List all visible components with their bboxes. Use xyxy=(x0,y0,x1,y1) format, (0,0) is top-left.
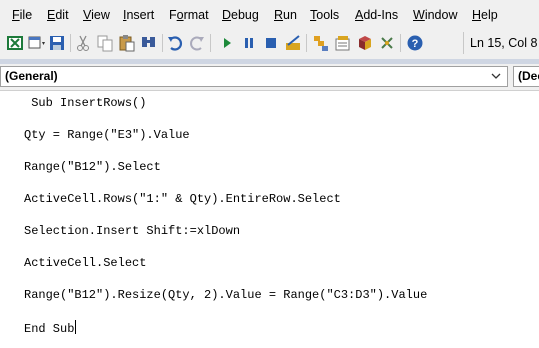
code-line: ActiveCell.Select xyxy=(24,256,147,270)
undo-icon[interactable] xyxy=(166,34,184,52)
object-browser-icon[interactable] xyxy=(356,34,374,52)
toolbox-icon[interactable] xyxy=(378,34,396,52)
cut-icon[interactable] xyxy=(74,34,92,52)
standard-toolbar: ? xyxy=(0,30,539,56)
text-caret xyxy=(75,320,77,334)
code-line: Qty = Range("E3").Value xyxy=(24,128,190,142)
code-line: Range("B12").Resize(Qty, 2).Value = Rang… xyxy=(24,288,428,302)
menu-tools[interactable]: Tools xyxy=(310,8,339,23)
code-line: Range("B12").Select xyxy=(24,160,161,174)
procedure-dropdown-value: (Dec xyxy=(518,69,539,83)
menu-help[interactable]: Help xyxy=(472,8,498,23)
menu-run[interactable]: Run xyxy=(274,8,297,23)
design-mode-icon[interactable] xyxy=(284,34,302,52)
code-editor[interactable]: Sub InsertRows() Qty = Range("E3").Value… xyxy=(0,90,539,348)
code-line-last: End Sub xyxy=(24,320,77,337)
menu-debug[interactable]: Debug xyxy=(222,8,259,23)
code-line: Sub InsertRows() xyxy=(24,96,147,110)
code-window-title xyxy=(0,56,539,64)
menu-add-ins[interactable]: Add-Ins xyxy=(355,8,398,23)
menu-format[interactable]: Format xyxy=(169,8,209,23)
copy-icon[interactable] xyxy=(96,34,114,52)
run-icon[interactable] xyxy=(218,34,236,52)
menu-file[interactable]: File xyxy=(12,8,32,23)
save-icon[interactable] xyxy=(48,34,66,52)
find-icon[interactable] xyxy=(140,34,158,52)
properties-icon[interactable] xyxy=(334,34,352,52)
chevron-down-icon xyxy=(491,73,501,79)
menu-edit[interactable]: Edit xyxy=(47,8,69,23)
help-icon[interactable]: ? xyxy=(406,34,424,52)
paste-icon[interactable] xyxy=(118,34,136,52)
project-explorer-icon[interactable] xyxy=(312,34,330,52)
menu-view[interactable]: View xyxy=(83,8,110,23)
object-dropdown-value: (General) xyxy=(5,69,58,83)
cursor-position: Ln 15, Col 8 xyxy=(463,32,539,54)
object-dropdown[interactable]: (General) xyxy=(0,66,508,87)
break-icon[interactable] xyxy=(240,34,258,52)
code-window-header: (General) (Dec xyxy=(0,64,539,90)
menu-insert[interactable]: Insert xyxy=(123,8,154,23)
code-line-text: End Sub xyxy=(24,322,75,336)
menu-window[interactable]: Window xyxy=(413,8,457,23)
menu-bar: File Edit View Insert Format Debug Run T… xyxy=(0,0,539,30)
insert-module-icon[interactable] xyxy=(28,34,46,52)
excel-view-icon[interactable] xyxy=(6,34,24,52)
procedure-dropdown[interactable]: (Dec xyxy=(513,66,539,87)
code-line: Selection.Insert Shift:=xlDown xyxy=(24,224,241,238)
code-line: ActiveCell.Rows("1:" & Qty).EntireRow.Se… xyxy=(24,192,341,206)
redo-icon[interactable] xyxy=(188,34,206,52)
reset-icon[interactable] xyxy=(262,34,280,52)
svg-text:?: ? xyxy=(412,38,419,50)
